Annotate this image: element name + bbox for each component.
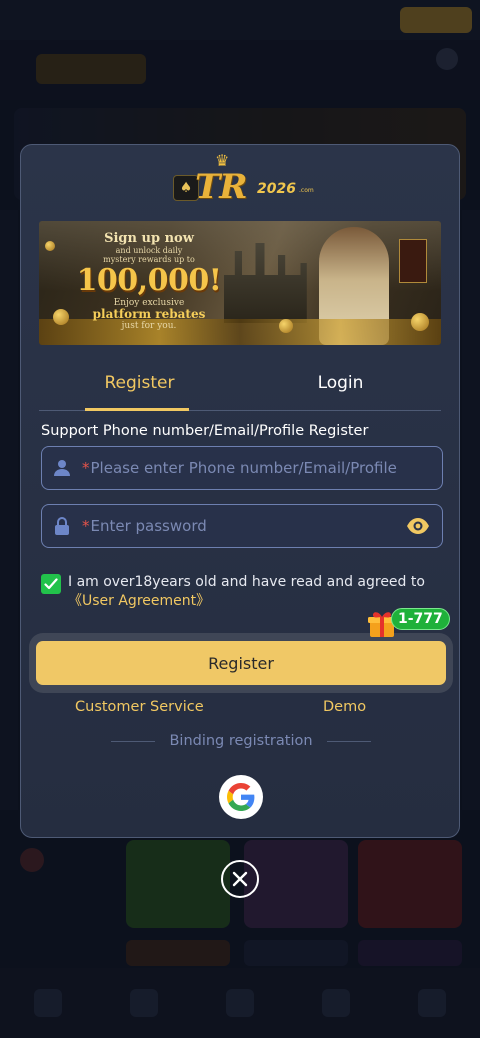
auth-tabs: Register Login	[39, 359, 441, 411]
banner-flag-image	[399, 239, 427, 283]
checkmark-icon	[44, 578, 58, 590]
register-button[interactable]: Register	[36, 641, 446, 685]
close-modal-button[interactable]	[221, 860, 259, 898]
user-icon	[42, 459, 82, 477]
lock-icon	[42, 517, 82, 535]
customer-service-link[interactable]: Customer Service	[75, 699, 204, 715]
google-icon	[227, 783, 255, 811]
eye-icon[interactable]	[406, 515, 430, 541]
register-button-container: Register	[29, 633, 453, 693]
logo-brand-text: TR	[195, 167, 248, 207]
register-method-label: Support Phone number/Email/Profile Regis…	[41, 423, 369, 439]
divider-line	[111, 740, 156, 742]
banner-subline: and unlock daily	[115, 246, 183, 255]
account-placeholder: Please enter Phone number/Email/Profile	[90, 459, 397, 477]
brand-logo: ♛ ♠ TR 2026 .com	[171, 151, 321, 207]
coin-icon	[411, 313, 429, 331]
agreement-row: I am over18years old and have read and a…	[41, 573, 441, 611]
binding-divider: Binding registration	[111, 733, 371, 749]
banner-subline: just for you.	[121, 321, 177, 331]
tab-register[interactable]: Register	[39, 359, 240, 411]
demo-link[interactable]: Demo	[323, 699, 366, 715]
agreement-text: I am over18years old and have read and a…	[68, 573, 425, 611]
bonus-badge: 1-777	[391, 608, 450, 630]
password-input[interactable]: * Enter password	[41, 504, 443, 548]
banner-highlight: platform rebates	[92, 307, 206, 321]
logo-year-text: 2026	[257, 181, 296, 197]
banner-copy: Sign up now and unlock daily mystery rew…	[69, 231, 229, 331]
required-mark: *	[82, 517, 90, 535]
google-login-button[interactable]	[219, 775, 263, 819]
coin-icon	[45, 241, 55, 251]
tab-register-label: Register	[104, 373, 175, 393]
close-icon	[232, 871, 248, 887]
divider-line	[326, 740, 371, 742]
required-mark: *	[82, 459, 90, 477]
logo-domain-text: .com	[299, 187, 314, 194]
tab-login-label: Login	[317, 373, 364, 393]
agreement-checkbox[interactable]	[41, 574, 61, 594]
user-agreement-link[interactable]: 《User Agreement》	[68, 593, 210, 609]
active-tab-indicator	[85, 408, 189, 411]
coin-icon	[279, 319, 293, 333]
account-input[interactable]: * Please enter Phone number/Email/Profil…	[41, 446, 443, 490]
banner-amount: 100,000!	[76, 263, 222, 298]
binding-label: Binding registration	[169, 733, 313, 749]
coin-icon	[53, 309, 69, 325]
password-placeholder: Enter password	[90, 517, 207, 535]
banner-headline: Sign up now	[104, 231, 194, 246]
agreement-label: I am over18years old and have read and a…	[68, 574, 425, 590]
register-modal: ♛ ♠ TR 2026 .com Sign up now and unlock …	[20, 144, 460, 838]
promo-banner: Sign up now and unlock daily mystery rew…	[39, 221, 441, 345]
tab-login[interactable]: Login	[240, 359, 441, 410]
